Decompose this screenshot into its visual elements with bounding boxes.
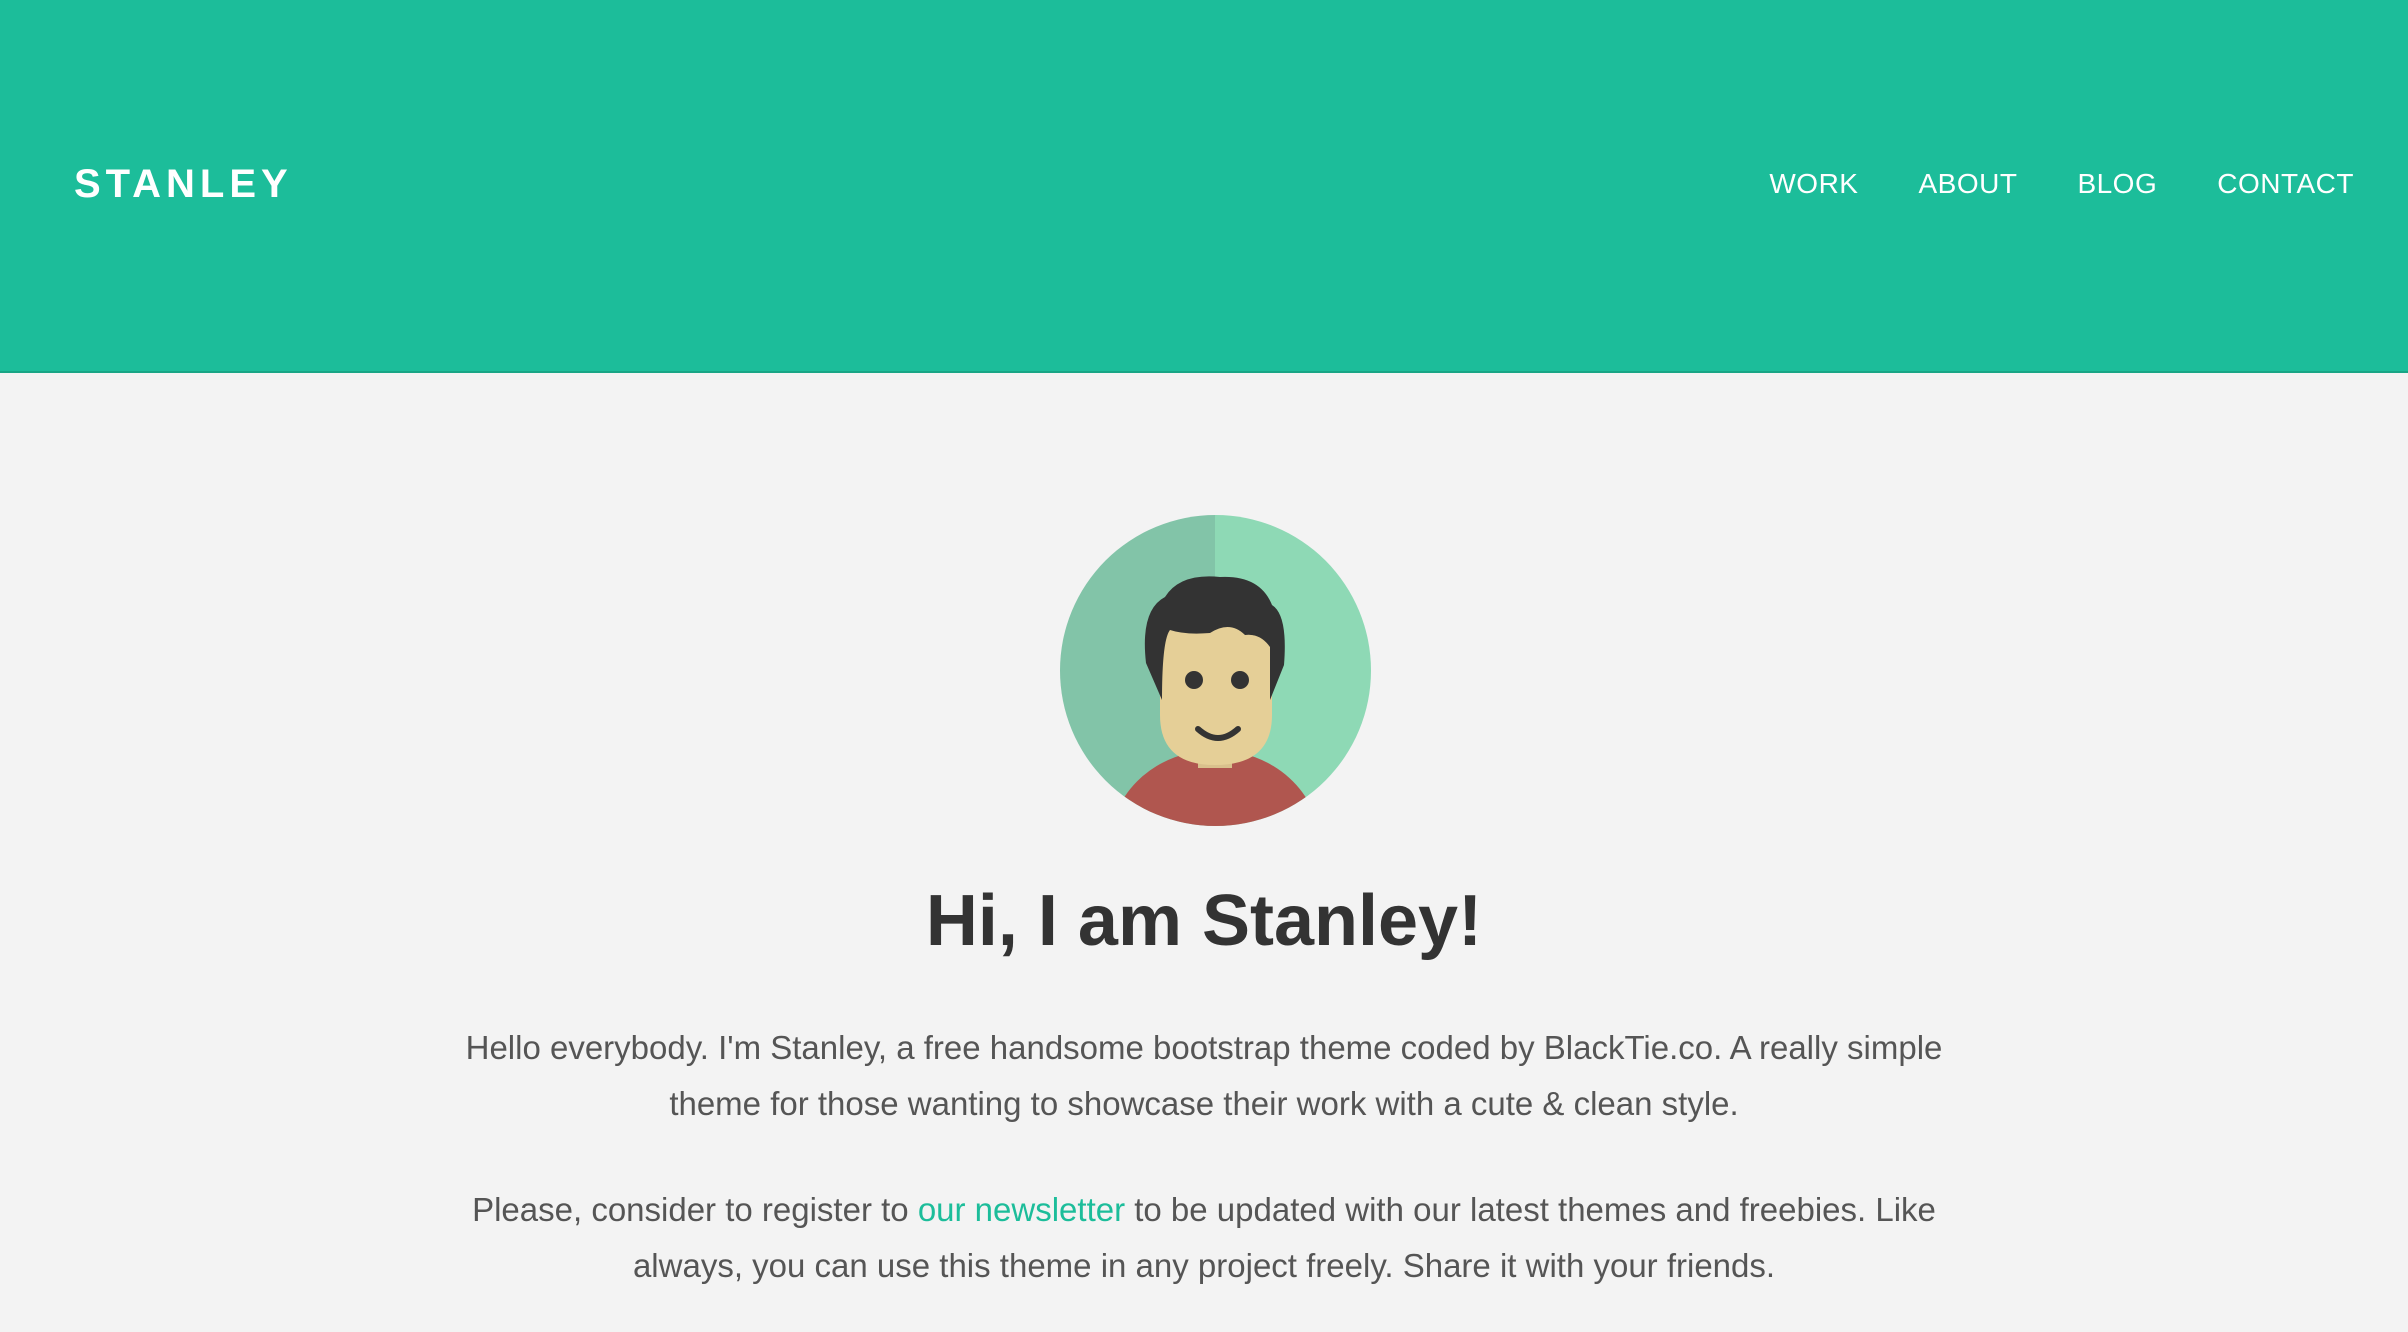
- nav-blog[interactable]: BLOG: [2077, 166, 2157, 202]
- nav-work[interactable]: WORK: [1769, 166, 1858, 202]
- site-header: STANLEY WORK ABOUT BLOG CONTACT: [0, 0, 2408, 373]
- main-nav: WORK ABOUT BLOG CONTACT: [1709, 166, 2354, 202]
- page-title: Hi, I am Stanley!: [925, 881, 1483, 961]
- intro-text: Hello everybody. I'm Stanley, a free han…: [465, 1029, 1943, 1122]
- nav-about[interactable]: ABOUT: [1918, 166, 2017, 202]
- newsletter-text-before: Please, consider to register to: [472, 1191, 918, 1228]
- newsletter-text: Please, consider to register to our news…: [454, 1182, 1954, 1294]
- brand-logo[interactable]: STANLEY: [74, 160, 293, 208]
- avatar-illustration-icon: [1060, 515, 1371, 826]
- nav-contact[interactable]: CONTACT: [2217, 166, 2354, 202]
- newsletter-link[interactable]: our newsletter: [918, 1191, 1125, 1228]
